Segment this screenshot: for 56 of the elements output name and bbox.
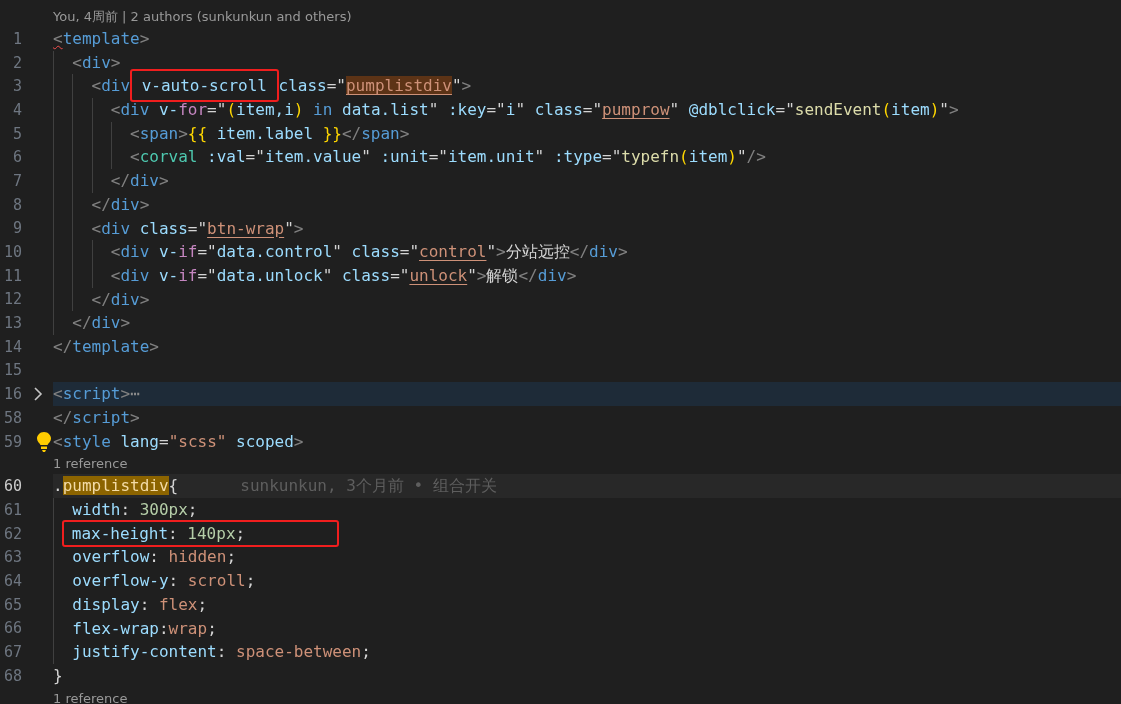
line-number: 59	[2, 432, 22, 451]
line-number: 2	[11, 53, 22, 72]
line-number: 11	[2, 266, 22, 285]
code-line: <template>	[53, 28, 150, 50]
line-number: 15	[2, 361, 22, 380]
code-line: justify-content: space-between;	[72, 641, 371, 664]
codelens-text[interactable]: 1 reference	[53, 456, 128, 472]
code-line: </div>	[110, 170, 169, 193]
line-number: 7	[11, 171, 22, 190]
line-number: 9	[11, 219, 22, 238]
code-line: <corval :val="item.value" :unit="item.unit" :type="typefn(item)"/>	[130, 146, 766, 169]
line-number: 62	[2, 524, 22, 543]
line-number: 1	[11, 29, 22, 48]
line-number: 10	[2, 243, 22, 262]
line-number: 67	[2, 643, 22, 662]
line-number: 6	[11, 148, 22, 167]
line-number: 12	[2, 290, 22, 309]
line-number: 64	[2, 571, 22, 590]
line-number: 65	[2, 595, 22, 614]
line-number: 61	[2, 500, 22, 519]
code-line: flex-wrap:wrap;	[72, 617, 217, 640]
code-line: }	[53, 664, 63, 687]
code-line: <div class="btn-wrap">	[91, 217, 304, 240]
code-line: <div v-if="data.control" class="control">分站远控</div>	[110, 241, 628, 264]
code-line: <span>{{ item.label }}</span>	[130, 122, 410, 145]
line-number: 68	[2, 666, 22, 685]
code-line: overflow: hidden;	[72, 546, 236, 569]
code-line: </script>	[53, 407, 140, 429]
line-number: 60	[2, 477, 22, 496]
code-line: .pumplistdiv{	[53, 475, 179, 498]
code-line: display: flex;	[72, 593, 208, 616]
line-number: 66	[2, 619, 22, 638]
code-line: <script>⋯	[53, 383, 140, 406]
code-line: </template>	[53, 335, 159, 358]
code-line: <div v-if="data.unlock" class="unlock">解锁</div>	[110, 264, 577, 287]
line-number: 14	[2, 337, 22, 356]
line-number: 5	[11, 124, 22, 143]
chevron-icon[interactable]	[32, 387, 43, 402]
code-line: <style lang="scss" scoped>	[53, 430, 304, 453]
codelens-text[interactable]: 1 reference	[53, 690, 128, 704]
lightbulb-icon[interactable]	[36, 430, 52, 453]
line-number: 4	[11, 100, 22, 119]
line-number: 3	[11, 77, 22, 96]
line-number: 63	[2, 548, 22, 567]
line-number: 13	[2, 314, 22, 333]
code-line: </div>	[91, 288, 150, 311]
code-line: <div>	[72, 51, 121, 74]
code-line: overflow-y: scroll;	[72, 570, 256, 593]
code-line: </div>	[72, 312, 131, 335]
codelens-text[interactable]: You, 4周前 | 2 authors (sunkunkun and others)	[53, 7, 352, 26]
line-number: 16	[2, 385, 22, 404]
code-line: width: 300px;	[72, 499, 198, 522]
code-line: </div>	[91, 193, 150, 216]
line-number: 8	[11, 195, 22, 214]
code-line: <div v-for="(item,i) in data.list" :key="i" class="pumprow" @dblclick="sendEvent(item)">	[110, 99, 959, 122]
line-number: 58	[2, 408, 22, 427]
